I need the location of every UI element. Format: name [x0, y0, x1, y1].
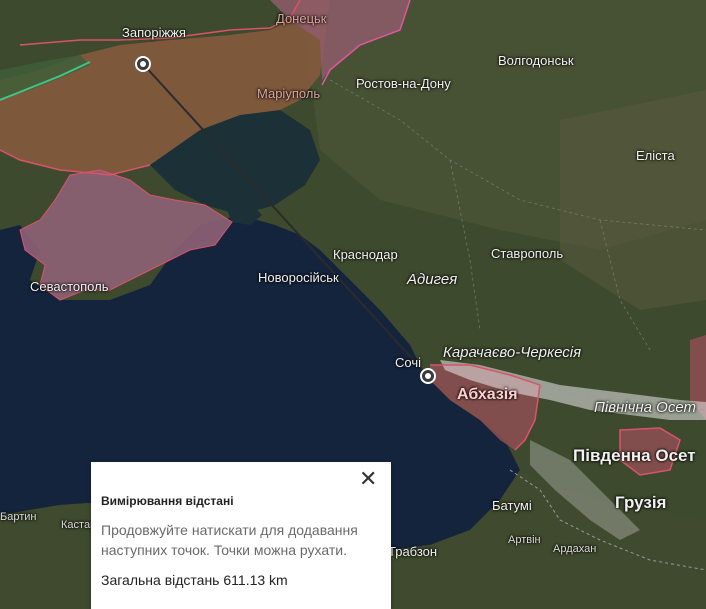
panel-hint: Продовжуйте натискати для додавання наст… [101, 522, 358, 558]
label-georgia: Грузія [615, 493, 667, 512]
panel-title: Вимірювання відстані [101, 494, 234, 508]
label-batumi: Батумі [492, 498, 532, 513]
label-novorossiysk: Новоросійськ [258, 270, 339, 285]
label-bartin: Бартин [0, 511, 37, 523]
label-ardahan: Ардахан [553, 543, 597, 555]
label-artvin: Артвін [508, 534, 541, 546]
label-trabzon: Трабзон [388, 544, 438, 559]
label-volgodonsk: Волгодонськ [498, 53, 574, 68]
label-adygea: Адигея [407, 271, 458, 288]
label-abkhazia: Абхазія [457, 386, 518, 403]
label-stavropol: Ставрополь [491, 246, 564, 261]
label-rostov: Ростов-на-Дону [356, 76, 451, 91]
label-south-ossetia: Південна Осет [573, 446, 696, 465]
close-icon[interactable]: ✕ [359, 468, 377, 490]
measure-point-start[interactable] [135, 56, 151, 72]
label-zaporizhzhia: Запоріжжя [122, 25, 186, 40]
measure-point-end[interactable] [420, 368, 436, 384]
total-distance: Загальна відстань 611.13 km [101, 572, 288, 588]
label-sevastopol: Севастополь [30, 279, 109, 294]
label-sochi: Сочі [395, 355, 421, 370]
measure-distance-panel: ✕ Вимірювання відстані Продовжуйте натис… [91, 462, 391, 609]
label-elista: Еліста [636, 148, 675, 163]
label-donetsk: Донецьк [276, 11, 327, 26]
label-mariupol: Маріуполь [257, 86, 321, 101]
label-krasnodar: Краснодар [333, 247, 398, 262]
label-north-ossetia: Північна Осет [594, 399, 696, 416]
label-karachay: Карачаєво-Черкесія [443, 344, 582, 361]
